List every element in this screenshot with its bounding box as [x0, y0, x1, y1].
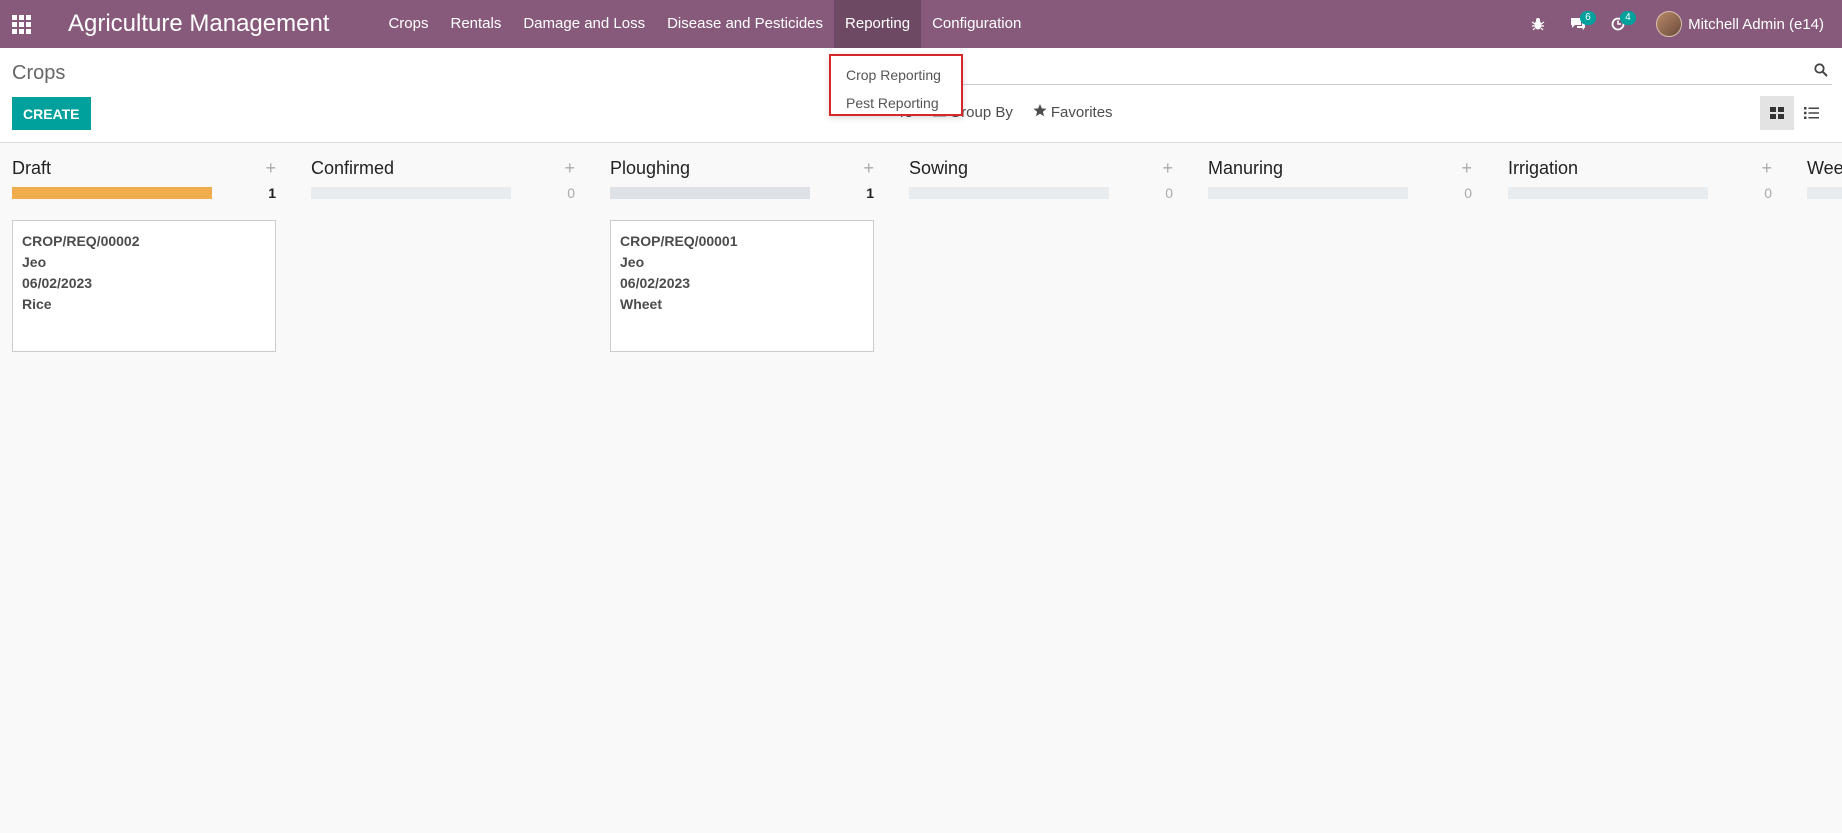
messages-chat-icon[interactable]: 6	[1558, 0, 1598, 48]
kanban-board: Draft + 1 CROP/REQ/00002 Jeo 06/02/2023 …	[0, 144, 1842, 833]
kanban-column-irrigation: Irrigation + 0	[1508, 144, 1772, 201]
app-title[interactable]: Agriculture Management	[68, 10, 329, 38]
menu-damage-and-loss[interactable]: Damage and Loss	[512, 0, 656, 48]
progress-fill	[12, 187, 212, 199]
column-progress-bar[interactable]	[1807, 187, 1842, 199]
menu-item-pest-reporting[interactable]: Pest Reporting	[831, 89, 961, 117]
menu-rentals[interactable]: Rentals	[439, 0, 512, 48]
view-switcher	[1760, 96, 1828, 130]
kanban-card[interactable]: CROP/REQ/00001 Jeo 06/02/2023 Wheet	[610, 220, 874, 352]
column-title: Ploughing	[610, 157, 691, 178]
kanban-column-sowing: Sowing + 0	[909, 144, 1173, 201]
column-count: 0	[1165, 185, 1173, 201]
kanban-card[interactable]: CROP/REQ/00002 Jeo 06/02/2023 Rice	[12, 220, 276, 352]
column-count: 0	[1464, 185, 1472, 201]
progress-fill	[610, 187, 810, 199]
create-button[interactable]: CREATE	[12, 97, 91, 130]
kanban-column-ploughing: Ploughing + 1 CROP/REQ/00001 Jeo 06/02/2…	[610, 144, 874, 352]
card-reference: CROP/REQ/00001	[620, 233, 738, 249]
column-count: 0	[1764, 185, 1772, 201]
column-count: 0	[567, 185, 575, 201]
column-progress-bar[interactable]	[909, 187, 1109, 199]
activities-count-badge: 4	[1620, 11, 1636, 25]
quick-create-plus-icon[interactable]: +	[265, 158, 276, 179]
user-menu[interactable]: Mitchell Admin (e14)	[1656, 11, 1824, 37]
column-title: Draft	[12, 157, 52, 178]
reporting-dropdown: Crop Reporting Pest Reporting	[829, 54, 963, 116]
column-title: Confirmed	[311, 157, 395, 178]
kanban-column-confirmed: Confirmed + 0	[311, 144, 575, 201]
top-navbar: Agriculture Management Crops Rentals Dam…	[0, 0, 1842, 48]
column-progress-bar[interactable]	[12, 187, 212, 199]
search-input[interactable]	[962, 59, 1802, 84]
star-icon	[1033, 104, 1047, 121]
favorites-button[interactable]: Favorites	[1033, 104, 1113, 121]
user-name: Mitchell Admin (e14)	[1688, 15, 1824, 33]
menu-configuration[interactable]: Configuration	[921, 0, 1032, 48]
column-title: Irrigation	[1508, 157, 1579, 178]
card-crop: Rice	[22, 296, 52, 312]
column-count: 1	[268, 185, 276, 201]
card-crop: Wheet	[620, 296, 662, 312]
card-date: 06/02/2023	[22, 275, 93, 291]
kanban-column-draft: Draft + 1 CROP/REQ/00002 Jeo 06/02/2023 …	[12, 144, 276, 352]
quick-create-plus-icon[interactable]: +	[564, 158, 575, 179]
quick-create-plus-icon[interactable]: +	[1761, 158, 1772, 179]
search-icon[interactable]	[1814, 63, 1828, 82]
kanban-view-icon[interactable]	[1760, 96, 1794, 130]
menu-disease-and-pesticides[interactable]: Disease and Pesticides	[656, 0, 834, 48]
menu-crops[interactable]: Crops	[377, 0, 439, 48]
column-progress-bar[interactable]	[1508, 187, 1708, 199]
menu-item-crop-reporting[interactable]: Crop Reporting	[831, 61, 961, 89]
favorites-label: Favorites	[1050, 104, 1113, 121]
systray: 6 4 Mitchell Admin (e14)	[1518, 0, 1842, 48]
quick-create-plus-icon[interactable]: +	[863, 158, 874, 179]
debug-bug-icon[interactable]	[1518, 0, 1558, 48]
avatar	[1656, 11, 1683, 37]
column-progress-bar[interactable]	[311, 187, 511, 199]
kanban-column-manuring: Manuring + 0	[1208, 144, 1472, 201]
column-count: 1	[866, 185, 874, 201]
column-title: Manuring	[1208, 157, 1284, 178]
card-date: 06/02/2023	[620, 275, 691, 291]
apps-grid-icon	[11, 14, 31, 34]
messages-count-badge: 6	[1580, 11, 1596, 25]
menu-reporting[interactable]: Reporting	[834, 0, 922, 48]
apps-menu-icon[interactable]	[0, 0, 42, 48]
main-menu: Crops Rentals Damage and Loss Disease an…	[377, 0, 1032, 48]
kanban-column-weed: Weed	[1807, 144, 1842, 200]
search-bar	[962, 59, 1832, 85]
quick-create-plus-icon[interactable]: +	[1461, 158, 1472, 179]
column-title: Sowing	[909, 157, 969, 178]
quick-create-plus-icon[interactable]: +	[1162, 158, 1173, 179]
breadcrumb: Crops	[12, 62, 66, 84]
column-progress-bar[interactable]	[610, 187, 810, 199]
column-progress-bar[interactable]	[1208, 187, 1408, 199]
column-title: Weed	[1807, 157, 1842, 178]
activities-clock-icon[interactable]: 4	[1598, 0, 1638, 48]
card-farmer: Jeo	[620, 254, 645, 270]
list-view-icon[interactable]	[1794, 96, 1828, 130]
card-reference: CROP/REQ/00002	[22, 233, 140, 249]
card-farmer: Jeo	[22, 254, 47, 270]
